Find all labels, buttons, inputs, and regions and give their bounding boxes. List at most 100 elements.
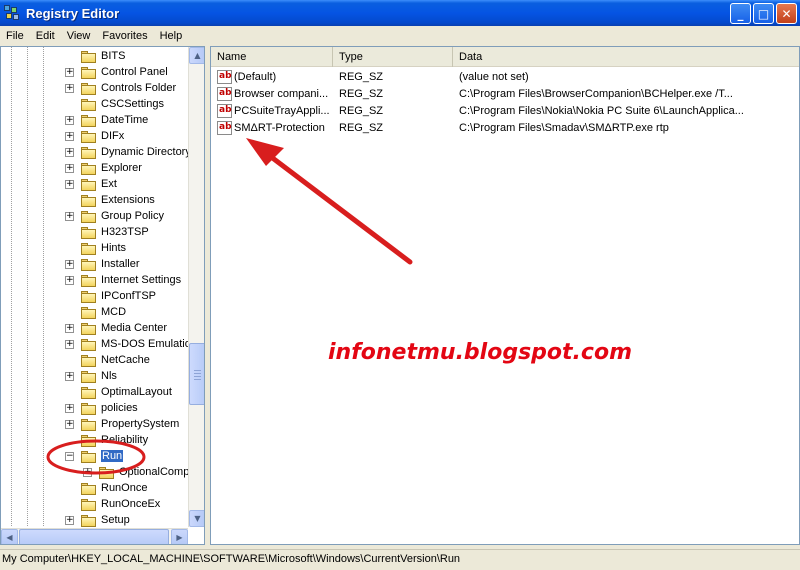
tree-item-media-center[interactable]: + Media Center xyxy=(1,321,188,337)
menu-file[interactable]: File xyxy=(0,30,30,42)
scroll-up-button[interactable]: ▲ xyxy=(189,47,204,64)
value-type: REG_SZ xyxy=(339,71,384,83)
expand-icon[interactable]: + xyxy=(65,84,74,93)
menu-view[interactable]: View xyxy=(61,30,97,42)
menu-help[interactable]: Help xyxy=(154,30,189,42)
watermark-text: infonetmu.blogspot.com xyxy=(328,340,632,365)
tree-item-optionalcomp[interactable]: + OptionalComp xyxy=(1,465,190,481)
expand-icon[interactable]: + xyxy=(65,324,74,333)
tree-item-bits[interactable]: BITS xyxy=(1,49,188,65)
value-data: C:\Program Files\Smadav\SMΔRTP.exe rtp xyxy=(459,122,669,134)
folder-icon xyxy=(81,355,97,367)
expand-icon[interactable]: + xyxy=(65,148,74,157)
tree-item-label: Reliability xyxy=(101,434,149,446)
tree-item-dynamic-directory[interactable]: + Dynamic Directory xyxy=(1,145,191,161)
tree-item-label: Setup xyxy=(101,514,130,526)
value-row[interactable]: ab SMΔRT-Protection REG_SZ C:\Program Files… xyxy=(211,120,799,137)
tree-item-netcache[interactable]: NetCache xyxy=(1,353,188,369)
expand-icon[interactable]: + xyxy=(65,260,74,269)
expand-icon[interactable]: + xyxy=(65,516,74,525)
value-row[interactable]: ab PCSuiteTrayAppli... REG_SZ C:\Program Fi… xyxy=(211,103,799,120)
scroll-right-button[interactable]: ▶ xyxy=(171,529,188,544)
column-header-data[interactable]: Data xyxy=(453,47,799,67)
tree-item-label: Group Policy xyxy=(101,210,164,222)
value-data: (value not set) xyxy=(459,71,529,83)
tree-item-label: CSCSettings xyxy=(101,98,164,110)
expand-icon[interactable]: + xyxy=(65,132,74,141)
column-header-name[interactable]: Name xyxy=(211,47,333,67)
tree-item-setup[interactable]: + Setup xyxy=(1,513,188,529)
tree-item-cscsettings[interactable]: CSCSettings xyxy=(1,97,188,113)
expand-icon[interactable]: + xyxy=(65,340,74,349)
scroll-down-button[interactable]: ▼ xyxy=(189,510,204,527)
minimize-button[interactable]: _ xyxy=(730,3,751,24)
tree-item-extensions[interactable]: Extensions xyxy=(1,193,188,209)
collapse-icon[interactable]: − xyxy=(65,452,74,461)
tree-item-hints[interactable]: Hints xyxy=(1,241,188,257)
tree-horizontal-scrollbar[interactable]: ◀ ▶ xyxy=(1,528,188,544)
scroll-thumb[interactable] xyxy=(189,343,204,405)
values-list-pane[interactable]: Name Type Data ab (Default) REG_SZ (value n… xyxy=(210,46,800,545)
menu-edit[interactable]: Edit xyxy=(30,30,61,42)
menu-favorites[interactable]: Favorites xyxy=(96,30,153,42)
expand-icon[interactable]: + xyxy=(65,212,74,221)
tree-item-datetime[interactable]: + DateTime xyxy=(1,113,188,129)
value-name: (Default) xyxy=(234,71,277,83)
expand-icon[interactable]: + xyxy=(65,164,74,173)
tree-item-h323tsp[interactable]: H323TSP xyxy=(1,225,188,241)
tree-item-ext[interactable]: + Ext xyxy=(1,177,188,193)
string-value-icon: ab xyxy=(217,87,232,101)
expand-icon[interactable]: + xyxy=(65,372,74,381)
window-title: Registry Editor xyxy=(26,5,120,21)
folder-icon xyxy=(81,179,97,191)
maximize-button[interactable]: □ xyxy=(753,3,774,24)
tree-vertical-scrollbar[interactable]: ▲ ▼ xyxy=(188,47,204,527)
title-bar[interactable]: Registry Editor _ □ ✕ xyxy=(0,0,800,26)
tree-item-control-panel[interactable]: + Control Panel xyxy=(1,65,188,81)
tree-item-explorer[interactable]: + Explorer xyxy=(1,161,188,177)
value-row[interactable]: ab Browser compani... REG_SZ C:\Program Fil… xyxy=(211,86,799,103)
tree-item-label: OptionalComp xyxy=(119,466,190,478)
expand-icon[interactable]: + xyxy=(83,468,92,477)
string-value-icon: ab xyxy=(217,70,232,84)
expand-icon[interactable]: + xyxy=(65,276,74,285)
folder-icon xyxy=(81,51,97,63)
tree-item-runonceex[interactable]: RunOnceEx xyxy=(1,497,188,513)
column-header-type[interactable]: Type xyxy=(333,47,453,67)
tree-item-internet-settings[interactable]: + Internet Settings xyxy=(1,273,188,289)
tree-item-ipconftsp[interactable]: IPConfTSP xyxy=(1,289,188,305)
value-data: C:\Program Files\BrowserCompanion\BCHelp… xyxy=(459,88,733,100)
value-row[interactable]: ab (Default) REG_SZ (value not set) xyxy=(211,69,799,86)
tree-item-label: H323TSP xyxy=(101,226,149,238)
tree-item-nls[interactable]: + Nls xyxy=(1,369,188,385)
tree-item-group-policy[interactable]: + Group Policy xyxy=(1,209,188,225)
expand-icon[interactable]: + xyxy=(65,68,74,77)
tree-item-policies[interactable]: + policies xyxy=(1,401,188,417)
tree-item-propertysystem[interactable]: + PropertySystem xyxy=(1,417,188,433)
tree-item-label: Dynamic Directory xyxy=(101,146,191,158)
folder-icon xyxy=(81,115,97,127)
folder-icon xyxy=(81,275,97,287)
hscroll-thumb[interactable] xyxy=(19,529,169,544)
tree-item-optimallayout[interactable]: OptimalLayout xyxy=(1,385,188,401)
value-type: REG_SZ xyxy=(339,105,384,117)
tree-item-run[interactable]: − Run xyxy=(1,449,188,465)
open-folder-icon xyxy=(81,451,97,463)
list-header: Name Type Data xyxy=(211,47,799,67)
close-button[interactable]: ✕ xyxy=(776,3,797,24)
tree-item-mcd[interactable]: MCD xyxy=(1,305,188,321)
value-type: REG_SZ xyxy=(339,88,384,100)
tree-item-ms-dos-emulation[interactable]: + MS-DOS Emulation xyxy=(1,337,197,353)
tree-item-runonce[interactable]: RunOnce xyxy=(1,481,188,497)
scroll-left-button[interactable]: ◀ xyxy=(1,529,18,544)
expand-icon[interactable]: + xyxy=(65,116,74,125)
expand-icon[interactable]: + xyxy=(65,180,74,189)
tree-item-difx[interactable]: + DIFx xyxy=(1,129,188,145)
key-tree-pane[interactable]: BITS + Control Panel + Controls Folder CSCSet… xyxy=(0,46,205,545)
tree-item-label: Hints xyxy=(101,242,127,254)
tree-item-reliability[interactable]: Reliability xyxy=(1,433,188,449)
tree-item-installer[interactable]: + Installer xyxy=(1,257,188,273)
expand-icon[interactable]: + xyxy=(65,420,74,429)
expand-icon[interactable]: + xyxy=(65,404,74,413)
tree-item-controls-folder[interactable]: + Controls Folder xyxy=(1,81,188,97)
